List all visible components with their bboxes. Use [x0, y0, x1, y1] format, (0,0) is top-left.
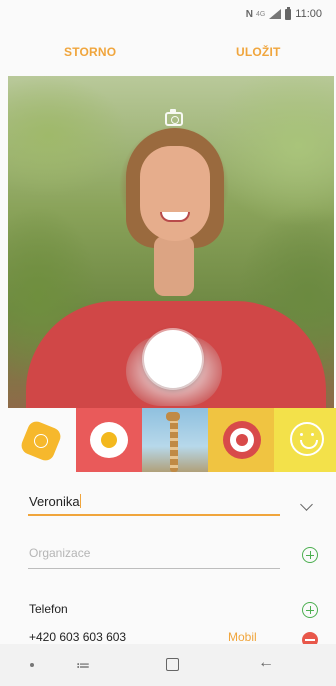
flower-badge-sticker[interactable] [8, 408, 76, 472]
signal-icon [269, 9, 282, 19]
navigation-bar: ≔ ← [0, 644, 336, 686]
camera-switch-icon[interactable] [165, 109, 183, 126]
contact-form: Veronika Organizace Telefon +420 603 603… [0, 472, 336, 648]
network-type-icon: 4G [255, 10, 266, 18]
phone-type-selector[interactable]: Mobil [228, 630, 257, 644]
status-icons: N 4G 11:00 [245, 6, 322, 20]
phone-label: Telefon [29, 602, 68, 616]
nfc-icon: N [245, 8, 253, 20]
recent-apps-icon[interactable]: ≔ [76, 657, 90, 674]
contact-photo-preview[interactable] [8, 76, 334, 408]
back-icon[interactable]: ← [258, 654, 274, 672]
name-value: Veronika [29, 494, 80, 509]
cancel-button[interactable]: STORNO [64, 45, 116, 59]
giraffe-icon [166, 412, 180, 472]
sticker-strip [8, 408, 336, 472]
chevron-down-icon[interactable] [300, 498, 313, 511]
battery-icon [285, 6, 292, 20]
target-sticker[interactable] [208, 408, 274, 472]
text-cursor [79, 494, 81, 508]
phone-number-field[interactable]: +420 603 603 603 [29, 630, 126, 644]
organization-field-underline [28, 568, 280, 569]
target-icon [223, 421, 261, 459]
status-bar: N 4G 11:00 [0, 0, 336, 30]
add-phone-icon[interactable] [302, 602, 318, 618]
clock: 11:00 [295, 8, 322, 20]
nav-dot-icon [30, 663, 34, 667]
fried-egg-icon [90, 422, 128, 458]
name-field[interactable]: Veronika [29, 494, 81, 509]
photo-neck [154, 236, 194, 296]
flower-badge-icon [18, 418, 64, 464]
smiley-sticker[interactable] [274, 408, 336, 472]
home-icon[interactable] [166, 658, 179, 671]
add-organization-icon[interactable] [302, 547, 318, 563]
save-button[interactable]: ULOŽIT [236, 45, 281, 59]
fried-egg-sticker[interactable] [76, 408, 142, 472]
smiley-icon [290, 422, 324, 456]
organization-field[interactable]: Organizace [29, 546, 90, 560]
shutter-button[interactable] [144, 330, 202, 388]
giraffe-sticker[interactable] [142, 408, 208, 472]
photo-face [140, 146, 210, 241]
name-field-underline [28, 514, 280, 516]
action-bar: STORNO ULOŽIT [0, 30, 336, 76]
